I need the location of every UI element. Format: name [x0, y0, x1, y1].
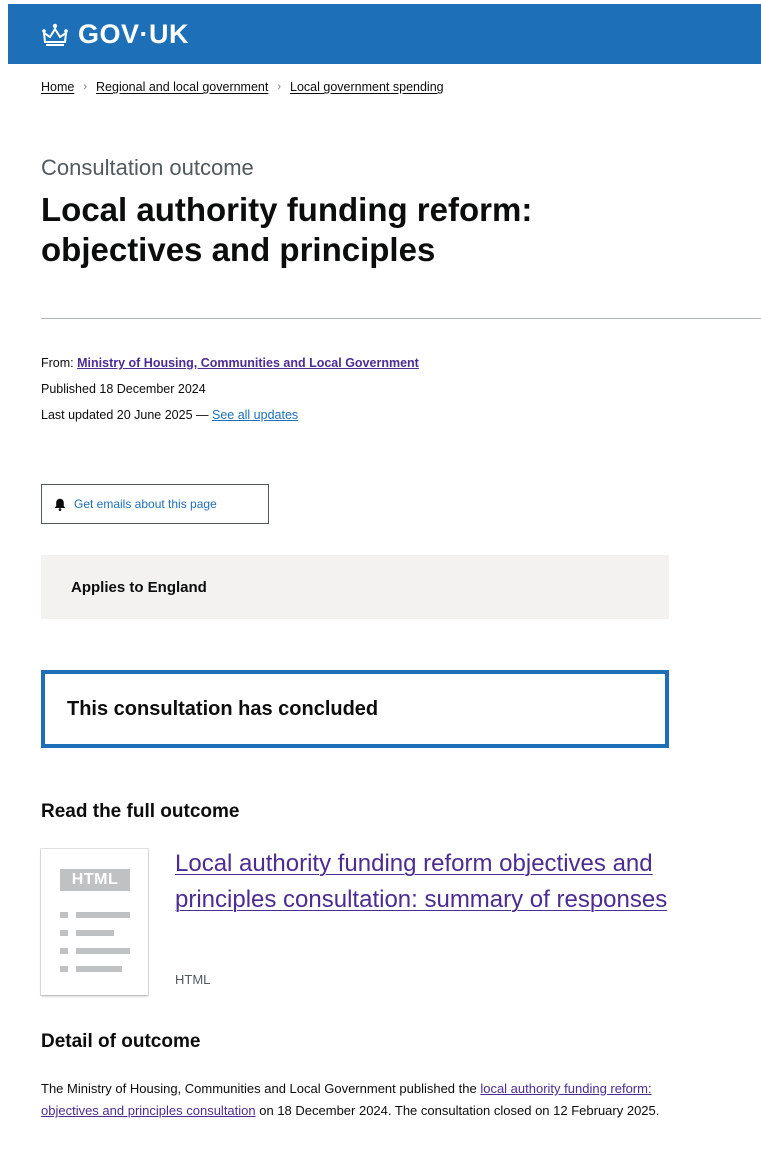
thumbnail-line: [60, 930, 68, 936]
detail-text-after: on 18 December 2024. The consultation cl…: [255, 1103, 660, 1118]
section-divider: [41, 318, 761, 319]
applies-to-banner: Applies to England: [41, 555, 669, 619]
see-all-updates-link[interactable]: See all updates: [212, 408, 298, 422]
from-line: From: Ministry of Housing, Communities a…: [41, 350, 419, 376]
applies-to-text: Applies to England: [71, 578, 207, 596]
site-header: GOV·UK: [8, 4, 761, 64]
last-updated-date: Last updated 20 June 2025 —: [41, 408, 209, 422]
page-caption: Consultation outcome: [41, 155, 254, 180]
govuk-logo-link[interactable]: GOV·UK: [40, 19, 189, 50]
html-document-thumbnail[interactable]: HTML: [41, 849, 148, 995]
chevron-right-icon: ›: [83, 81, 88, 93]
get-emails-label: Get emails about this page: [74, 497, 217, 511]
thumbnail-line: [76, 966, 122, 972]
last-updated-line: Last updated 20 June 2025 — See all upda…: [41, 402, 419, 428]
breadcrumb-regional-local-government[interactable]: Regional and local government: [96, 80, 268, 94]
thumbnail-line: [76, 948, 130, 954]
attachment-format: HTML: [175, 972, 211, 987]
thumbnail-line: [76, 930, 114, 936]
detail-text-before: The Ministry of Housing, Communities and…: [41, 1081, 481, 1096]
thumbnail-line: [60, 948, 68, 954]
consultation-concluded-notice: This consultation has concluded: [41, 670, 669, 748]
attachment-title-link[interactable]: Local authority funding reform objective…: [175, 846, 675, 918]
detail-outcome-heading: Detail of outcome: [41, 1031, 201, 1052]
notice-text: This consultation has concluded: [67, 697, 379, 720]
breadcrumb-home[interactable]: Home: [41, 80, 74, 94]
thumbnail-line: [60, 912, 68, 918]
chevron-right-icon: ›: [277, 81, 282, 93]
logo-text: GOV·UK: [78, 18, 189, 49]
detail-paragraph: The Ministry of Housing, Communities and…: [41, 1078, 681, 1122]
breadcrumb-local-government-spending[interactable]: Local government spending: [290, 80, 444, 94]
read-outcome-heading: Read the full outcome: [41, 801, 240, 822]
publication-metadata: From: Ministry of Housing, Communities a…: [41, 350, 419, 428]
organisation-link[interactable]: Ministry of Housing, Communities and Loc…: [77, 356, 419, 370]
thumbnail-line: [76, 912, 130, 918]
thumbnail-line: [60, 966, 68, 972]
bell-icon: [54, 498, 66, 511]
published-date: Published 18 December 2024: [41, 382, 206, 396]
thumbnail-label: HTML: [60, 869, 130, 891]
breadcrumb: Home › Regional and local government › L…: [41, 80, 444, 94]
page-title: Local authority funding reform: objectiv…: [41, 191, 533, 268]
from-label: From:: [41, 356, 74, 370]
crown-icon: [42, 23, 68, 46]
get-emails-button[interactable]: Get emails about this page: [41, 484, 269, 524]
